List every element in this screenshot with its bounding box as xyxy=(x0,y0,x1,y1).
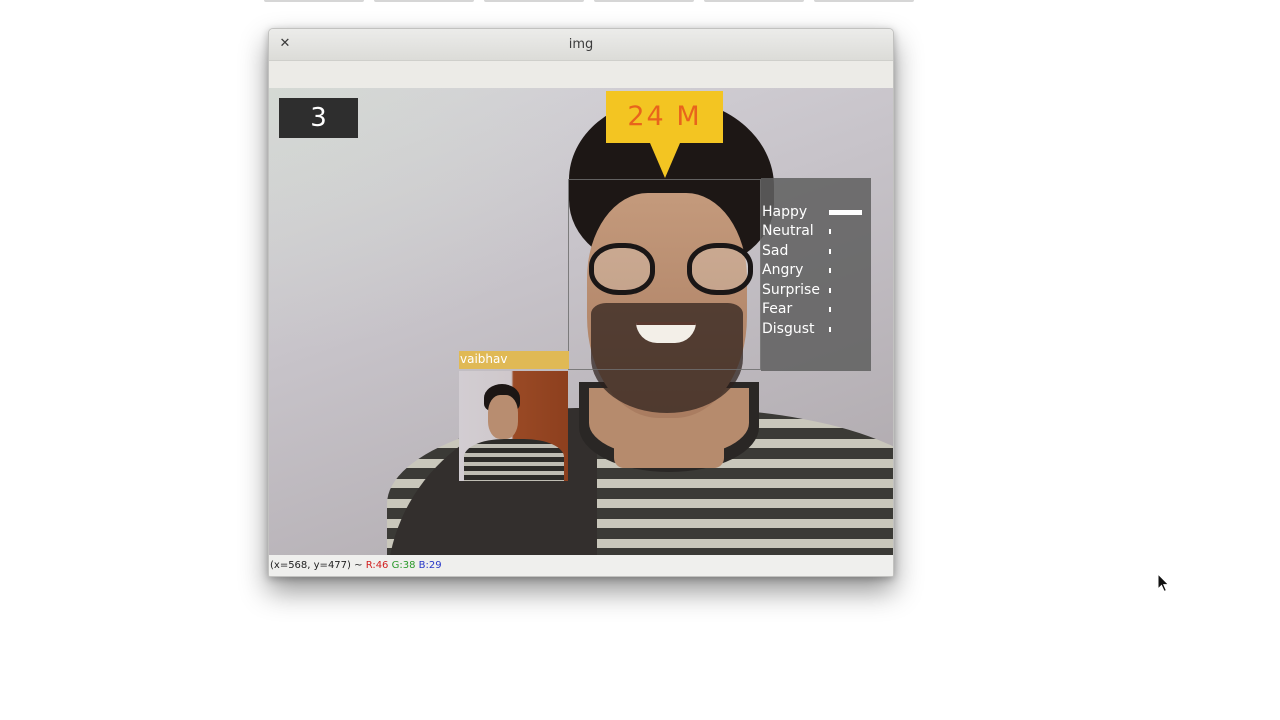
background-tab xyxy=(704,0,804,2)
window-titlebar[interactable]: ✕ img xyxy=(269,29,893,61)
emotion-row-sad: Sad xyxy=(761,242,871,261)
face-counter: 3 xyxy=(279,98,358,138)
face-detection-box xyxy=(568,179,761,370)
emotion-panel: Happy Neutral Sad Angry Surprise Fear Di… xyxy=(761,178,871,371)
emotion-label: Neutral xyxy=(762,223,814,239)
emotion-bar xyxy=(829,249,831,254)
emotion-label: Happy xyxy=(762,204,808,220)
background-tab xyxy=(814,0,914,2)
recognized-face-thumbnail xyxy=(459,371,568,481)
emotion-label: Angry xyxy=(762,262,804,278)
emotion-label: Disgust xyxy=(762,321,815,337)
emotion-bar xyxy=(829,229,831,234)
emotion-row-disgust: Disgust xyxy=(761,320,871,339)
pixel-blue-value: B:29 xyxy=(418,560,442,571)
emotion-bar xyxy=(829,307,831,312)
window-toolbar xyxy=(269,61,893,88)
background-tab-strip xyxy=(264,0,914,2)
age-gender-pointer xyxy=(650,143,680,178)
background-tab xyxy=(484,0,584,2)
emotion-label: Surprise xyxy=(762,282,820,298)
emotion-bar xyxy=(829,210,862,215)
recognized-name-tag: vaibhav xyxy=(459,351,569,369)
mouse-cursor-icon xyxy=(1157,572,1171,597)
cursor-coordinates: (x=568, y=477) ~ xyxy=(270,560,363,571)
background-tab xyxy=(264,0,364,2)
window-title: img xyxy=(568,37,594,52)
emotion-row-angry: Angry xyxy=(761,261,871,280)
emotion-label: Sad xyxy=(762,243,789,259)
age-gender-label: 24 M xyxy=(606,91,723,143)
camera-image[interactable]: 3 24 M Happy Neutral Sad Angry Surprise xyxy=(269,88,893,555)
emotion-row-happy: Happy xyxy=(761,203,871,222)
emotion-row-surprise: Surprise xyxy=(761,281,871,300)
pixel-green-value: G:38 xyxy=(391,560,416,571)
emotion-row-fear: Fear xyxy=(761,300,871,319)
emotion-bar xyxy=(829,327,831,332)
emotion-label: Fear xyxy=(762,301,793,317)
background-tab xyxy=(374,0,474,2)
background-tab xyxy=(594,0,694,2)
emotion-bar xyxy=(829,268,831,273)
pixel-red-value: R:46 xyxy=(365,560,389,571)
emotion-bar xyxy=(829,288,831,293)
pixel-status-bar: (x=568, y=477) ~ R:46 G:38 B:29 xyxy=(269,555,893,576)
thumbnail-face xyxy=(488,395,518,439)
thumbnail-shirt xyxy=(464,439,564,481)
image-window: ✕ img 3 24 M Happy Neutral Sad Angry Sur… xyxy=(268,28,894,577)
emotion-row-neutral: Neutral xyxy=(761,222,871,241)
